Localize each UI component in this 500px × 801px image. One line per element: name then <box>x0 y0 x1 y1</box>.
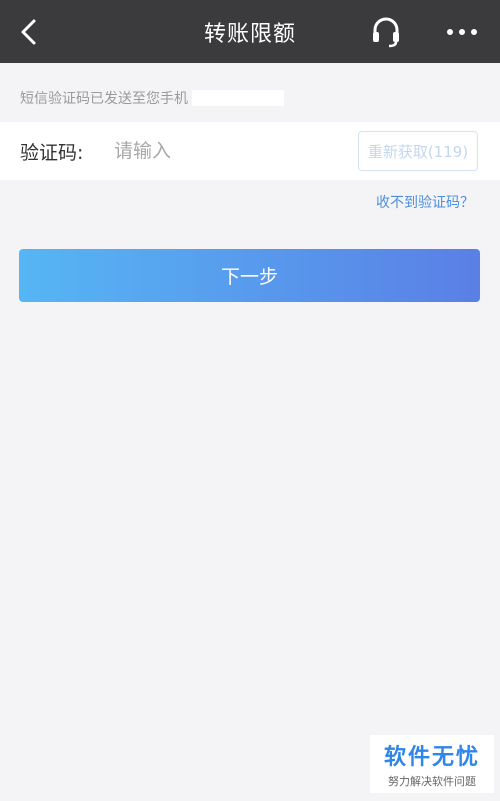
sms-sent-text: 短信验证码已发送至您手机 <box>20 91 188 107</box>
verification-code-input[interactable] <box>114 135 334 167</box>
code-not-received-link[interactable]: 收不到验证码？ <box>376 192 474 212</box>
page-title: 转账限额 <box>203 21 296 47</box>
headset-icon <box>373 17 399 48</box>
more-horizontal-icon <box>447 29 477 35</box>
watermark-main-text: 软件无忧 <box>383 745 480 770</box>
chevron-left-icon <box>21 19 36 45</box>
resend-code-button[interactable]: 重新获取(119) <box>358 131 478 171</box>
more-options-button[interactable] <box>440 14 484 50</box>
watermark-sub-text: 努力解决软件问题 <box>388 775 476 788</box>
watermark-logo: 软件无忧 努力解决软件问题 <box>370 735 494 793</box>
top-nav-bar: 转账限额 <box>0 0 500 63</box>
verification-code-label: 验证码: <box>20 142 84 164</box>
customer-service-button[interactable] <box>366 14 406 50</box>
masked-phone-number <box>192 90 284 106</box>
verification-code-row: 验证码: 重新获取(119) <box>0 122 500 180</box>
sms-sent-notice: 短信验证码已发送至您手机 <box>20 88 284 108</box>
back-button[interactable] <box>18 14 58 50</box>
next-step-button[interactable]: 下一步 <box>19 249 480 302</box>
